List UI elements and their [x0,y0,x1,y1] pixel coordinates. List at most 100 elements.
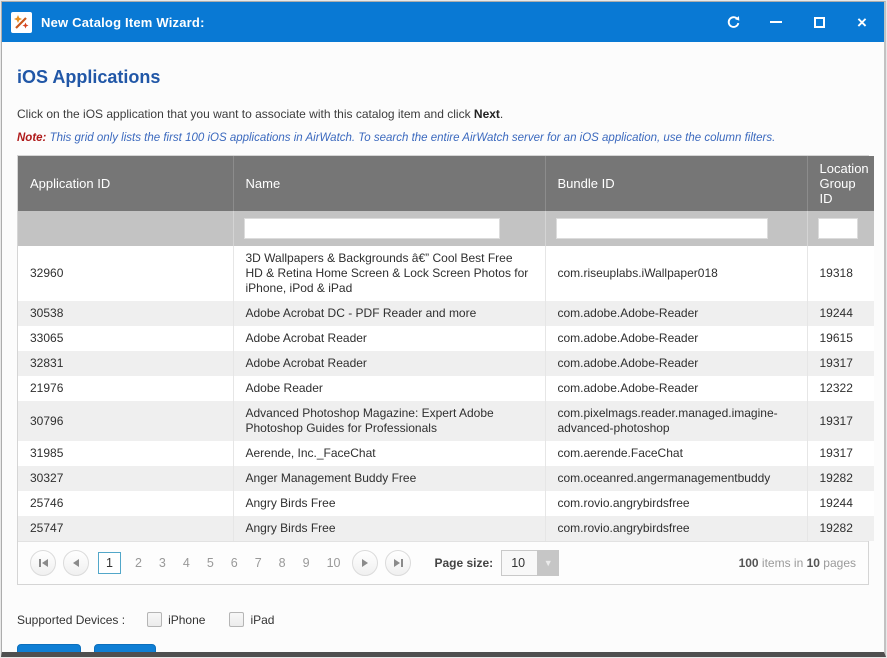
cell-application-id: 30327 [18,466,233,491]
filter-cell-application-id [18,211,233,246]
filter-cell-location-group-id [807,211,874,246]
cell-bundle-id: com.oceanred.angermanagementbuddy [545,466,807,491]
last-page-icon-arrow [394,559,400,567]
cell-name: Angry Birds Free [233,516,545,541]
page-size-group: Page size: 10 ▼ [434,550,559,576]
wizard-content: iOS Applications Click on the iOS applic… [2,67,884,657]
cell-location-group-id: 19615 [807,326,874,351]
cell-location-group-id: 19282 [807,466,874,491]
page-number[interactable]: 4 [178,556,195,570]
table-row[interactable]: 329603D Wallpapers & Backgrounds â€” Coo… [18,246,874,301]
refresh-button[interactable] [725,14,741,30]
first-page-button[interactable] [30,550,56,576]
close-icon: × [857,17,867,28]
cell-application-id: 30796 [18,401,233,441]
cell-location-group-id: 19317 [807,401,874,441]
column-header-bundle-id[interactable]: Bundle ID [545,156,807,211]
previous-page-icon [73,559,79,567]
page-number[interactable]: 8 [274,556,291,570]
cell-application-id: 30538 [18,301,233,326]
ipad-checkbox-option[interactable]: iPad [229,612,274,627]
column-header-application-id[interactable]: Application ID [18,156,233,211]
cell-name: Aerende, Inc._FaceChat [233,441,545,466]
pager-summary: 100 items in 10 pages [739,556,856,570]
table-row[interactable]: 30796Advanced Photoshop Magazine: Expert… [18,401,874,441]
pages-count: 10 [807,556,820,570]
wizard-app-icon [11,12,32,33]
cell-application-id: 21976 [18,376,233,401]
page-number[interactable]: 6 [226,556,243,570]
cell-bundle-id: com.aerende.FaceChat [545,441,807,466]
wizard-buttons: Back Next [17,644,869,657]
instruction-suffix: . [500,107,503,121]
page-number-current[interactable]: 1 [98,552,121,574]
page-number[interactable]: 7 [250,556,267,570]
applications-table: Application ID Name Bundle ID Location G… [18,156,874,541]
ipad-checkbox-label: iPad [250,613,274,627]
iphone-checkbox-label: iPhone [168,613,205,627]
instruction-emphasis: Next [474,107,500,121]
table-row[interactable]: 32831Adobe Acrobat Readercom.adobe.Adobe… [18,351,874,376]
last-page-button[interactable] [385,550,411,576]
cell-location-group-id: 19244 [807,491,874,516]
refresh-icon [726,15,741,30]
cell-name: Adobe Acrobat DC - PDF Reader and more [233,301,545,326]
table-row[interactable]: 33065Adobe Acrobat Readercom.adobe.Adobe… [18,326,874,351]
name-filter-input[interactable] [244,218,500,239]
page-number[interactable]: 2 [130,556,147,570]
page-numbers: 123456789 10 [96,552,345,574]
bundle-id-filter-input[interactable] [556,218,768,239]
last-page-icon [401,559,403,567]
page-size-value: 10 [501,550,537,576]
note-label: Note: [17,132,46,144]
cell-bundle-id: com.adobe.Adobe-Reader [545,376,807,401]
page-number[interactable]: 5 [202,556,219,570]
page-size-dropdown-button[interactable]: ▼ [537,550,559,576]
note-text: Note: This grid only lists the first 100… [17,132,869,144]
chevron-down-icon: ▼ [544,558,553,568]
cell-bundle-id: com.adobe.Adobe-Reader [545,351,807,376]
iphone-checkbox[interactable] [147,612,162,627]
table-row[interactable]: 31985Aerende, Inc._FaceChatcom.aerende.F… [18,441,874,466]
table-row[interactable]: 30327Anger Management Buddy Freecom.ocea… [18,466,874,491]
close-button[interactable]: × [854,14,870,30]
previous-page-button[interactable] [63,550,89,576]
page-size-dropdown[interactable]: 10 ▼ [501,550,559,576]
cell-application-id: 25746 [18,491,233,516]
instruction-prefix: Click on the iOS application that you wa… [17,107,474,121]
supported-devices-label: Supported Devices : [17,613,125,627]
next-page-icon [362,559,368,567]
column-header-name[interactable]: Name [233,156,545,211]
page-number[interactable]: 10 [322,556,346,570]
window-title: New Catalog Item Wizard: [41,15,205,30]
supported-devices-row: Supported Devices : iPhone iPad [17,612,869,627]
page-title: iOS Applications [17,67,869,88]
cell-location-group-id: 19317 [807,441,874,466]
table-row[interactable]: 25747Angry Birds Freecom.rovio.angrybird… [18,516,874,541]
page-number[interactable]: 3 [154,556,171,570]
cell-bundle-id: com.pixelmags.reader.managed.imagine-adv… [545,401,807,441]
table-row[interactable]: 21976Adobe Readercom.adobe.Adobe-Reader1… [18,376,874,401]
cell-bundle-id: com.rovio.angrybirdsfree [545,516,807,541]
ipad-checkbox[interactable] [229,612,244,627]
minimize-button[interactable] [768,14,784,30]
cell-application-id: 33065 [18,326,233,351]
location-group-id-filter-input[interactable] [818,218,858,239]
next-button[interactable]: Next [94,644,156,657]
page-number[interactable]: 9 [298,556,315,570]
table-row[interactable]: 30538Adobe Acrobat DC - PDF Reader and m… [18,301,874,326]
cell-name: Anger Management Buddy Free [233,466,545,491]
first-page-icon-arrow [42,559,48,567]
maximize-button[interactable] [811,14,827,30]
back-button[interactable]: Back [17,644,81,657]
cell-location-group-id: 19318 [807,246,874,301]
iphone-checkbox-option[interactable]: iPhone [147,612,205,627]
cell-bundle-id: com.rovio.angrybirdsfree [545,491,807,516]
items-text: items in [759,556,807,570]
cell-location-group-id: 19244 [807,301,874,326]
cell-location-group-id: 19317 [807,351,874,376]
next-page-button[interactable] [352,550,378,576]
column-header-location-group-id[interactable]: Location Group ID [807,156,874,211]
applications-grid: Application ID Name Bundle ID Location G… [17,155,869,585]
table-row[interactable]: 25746Angry Birds Freecom.rovio.angrybird… [18,491,874,516]
